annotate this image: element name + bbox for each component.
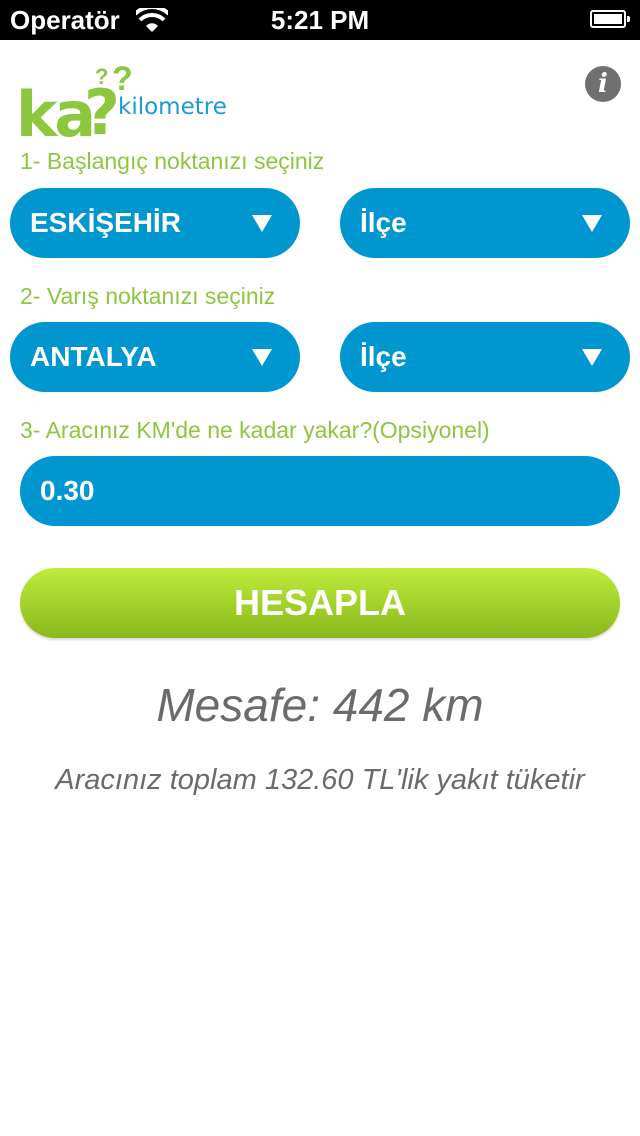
fuel-cost-result: Aracınız toplam 132.60 TL'lik yakıt tüke…: [55, 764, 585, 796]
battery-icon: [590, 10, 630, 28]
start-district-value: İlçe: [360, 207, 407, 238]
consumption-label: 3- Aracınız KM'de ne kadar yakar?(Opsiyo…: [20, 417, 490, 443]
chevron-down-icon: [582, 349, 602, 366]
destination-city-select[interactable]: ANTALYA: [10, 322, 300, 392]
start-city-value: ESKİŞEHİR: [30, 207, 181, 238]
logo-question-small: ?: [95, 64, 109, 89]
distance-result: Mesafe: 442 km: [156, 679, 484, 731]
start-city-select[interactable]: ESKİŞEHİR: [10, 188, 300, 258]
destination-district-value: İlçe: [360, 341, 407, 372]
consumption-input[interactable]: 0.30: [20, 456, 620, 526]
info-icon[interactable]: i: [585, 66, 621, 102]
destination-city-value: ANTALYA: [30, 341, 157, 372]
logo-ka: ka: [16, 78, 96, 151]
clock: 5:21 PM: [270, 5, 370, 35]
app-logo: ka ? ? ? kilometre: [16, 60, 227, 151]
destination-label: 2- Varış noktanızı seçiniz: [20, 283, 276, 309]
start-point-label: 1- Başlangıç noktanızı seçiniz: [20, 148, 325, 174]
destination-district-select[interactable]: İlçe: [340, 322, 630, 392]
app-screen: ka ? ? ? kilometre i 1- Başlangıç noktan…: [0, 40, 640, 1136]
status-bar: Operatör 5:21 PM: [0, 0, 640, 40]
calculate-button[interactable]: HESAPLA: [20, 568, 620, 638]
logo-kilometre: kilometre: [118, 94, 227, 120]
start-district-select[interactable]: İlçe: [340, 188, 630, 258]
chevron-down-icon: [252, 349, 272, 366]
chevron-down-icon: [582, 215, 602, 232]
chevron-down-icon: [252, 215, 272, 232]
